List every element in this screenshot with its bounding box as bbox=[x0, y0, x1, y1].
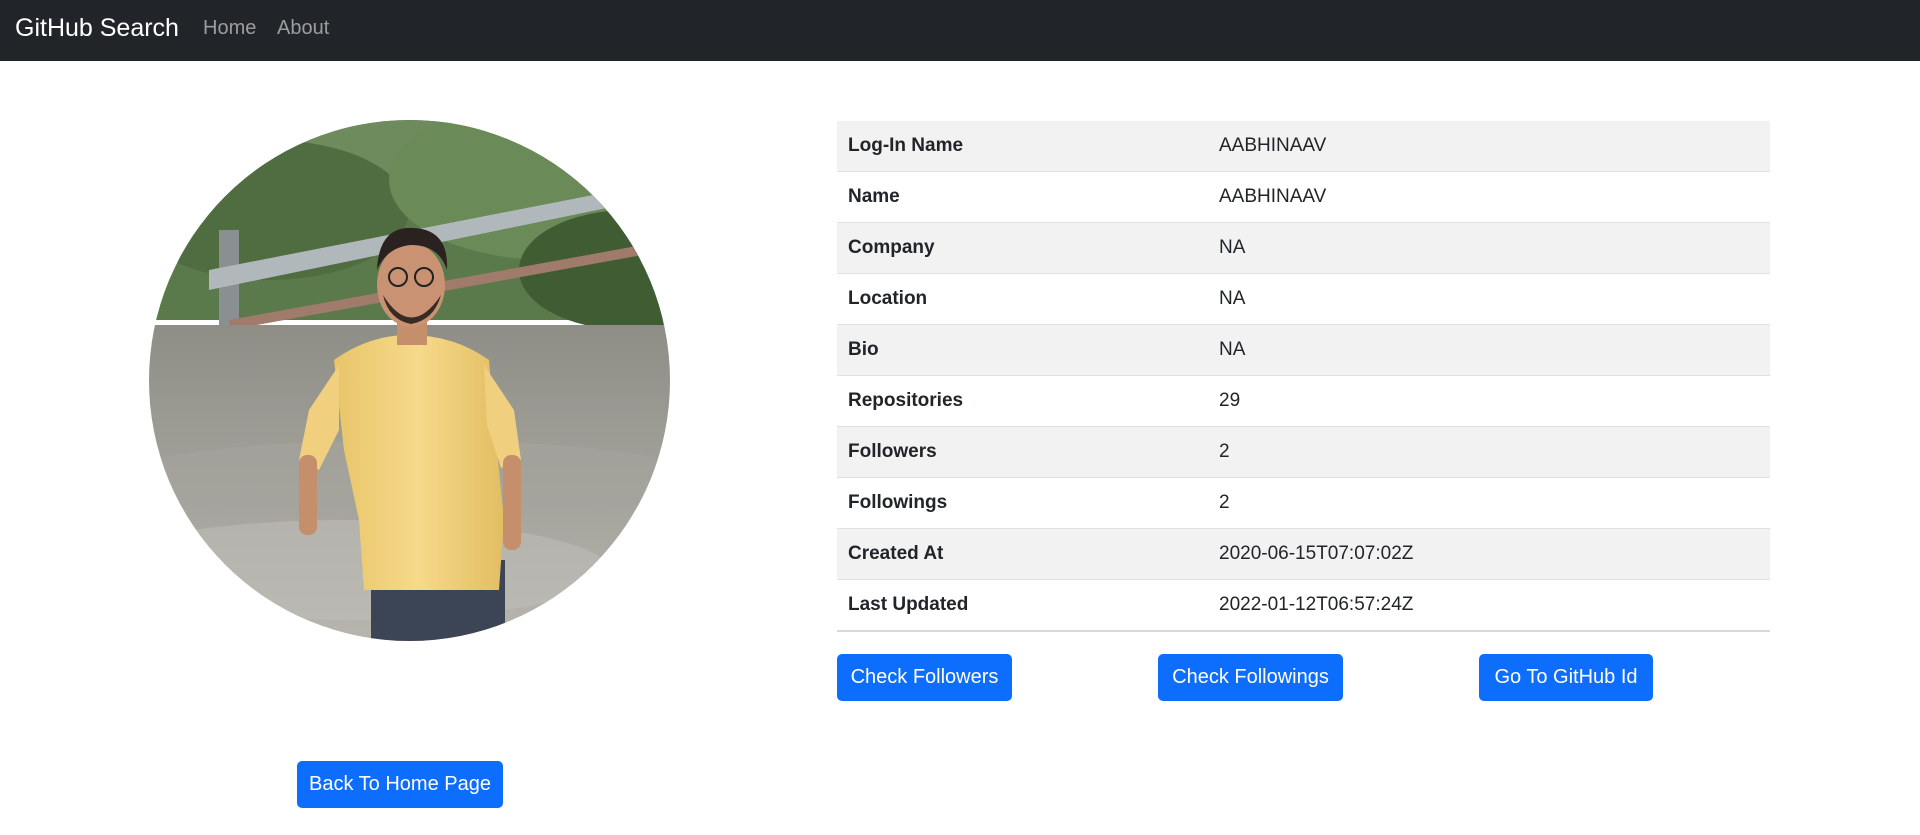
check-followings-button[interactable]: Check Followings bbox=[1158, 654, 1343, 701]
row-value: NA bbox=[1208, 273, 1770, 325]
table-row: Bio NA bbox=[837, 324, 1770, 376]
check-followers-button[interactable]: Check Followers bbox=[837, 654, 1012, 701]
table-row: Created At 2020-06-15T07:07:02Z bbox=[837, 528, 1770, 580]
table-row: Repositories 29 bbox=[837, 375, 1770, 427]
row-label: Followers bbox=[837, 426, 1208, 478]
go-to-github-button[interactable]: Go To GitHub Id bbox=[1479, 654, 1653, 701]
row-label: Created At bbox=[837, 528, 1208, 580]
row-label: Repositories bbox=[837, 375, 1208, 427]
table-row: Log-In Name AABHINAAV bbox=[837, 121, 1770, 172]
back-home-button[interactable]: Back To Home Page bbox=[297, 761, 503, 808]
top-navbar: GitHub Search Home About bbox=[0, 0, 1920, 61]
row-label: Name bbox=[837, 171, 1208, 223]
table-row: Name AABHINAAV bbox=[837, 171, 1770, 223]
table-row: Location NA bbox=[837, 273, 1770, 325]
row-label: Company bbox=[837, 222, 1208, 274]
avatar bbox=[149, 120, 670, 641]
row-value: 29 bbox=[1208, 375, 1770, 427]
avatar-photo bbox=[149, 120, 670, 641]
row-label: Log-In Name bbox=[837, 121, 1208, 172]
table-row: Followers 2 bbox=[837, 426, 1770, 478]
row-value: NA bbox=[1208, 324, 1770, 376]
row-value: AABHINAAV bbox=[1208, 171, 1770, 223]
row-value: 2 bbox=[1208, 477, 1770, 529]
row-value: 2022-01-12T06:57:24Z bbox=[1208, 579, 1770, 632]
table-row: Company NA bbox=[837, 222, 1770, 274]
row-value: AABHINAAV bbox=[1208, 121, 1770, 172]
row-value: 2020-06-15T07:07:02Z bbox=[1208, 528, 1770, 580]
row-label: Last Updated bbox=[837, 579, 1208, 632]
profile-details-table: Log-In Name AABHINAAV Name AABHINAAV Compa… bbox=[837, 121, 1770, 632]
nav-about-link[interactable]: About bbox=[277, 15, 329, 41]
row-value: 2 bbox=[1208, 426, 1770, 478]
row-label: Followings bbox=[837, 477, 1208, 529]
brand-link[interactable]: GitHub Search bbox=[15, 11, 179, 45]
row-label: Bio bbox=[837, 324, 1208, 376]
row-label: Location bbox=[837, 273, 1208, 325]
table-row: Last Updated 2022-01-12T06:57:24Z bbox=[837, 579, 1770, 632]
nav-home-link[interactable]: Home bbox=[203, 15, 256, 41]
table-row: Followings 2 bbox=[837, 477, 1770, 529]
row-value: NA bbox=[1208, 222, 1770, 274]
